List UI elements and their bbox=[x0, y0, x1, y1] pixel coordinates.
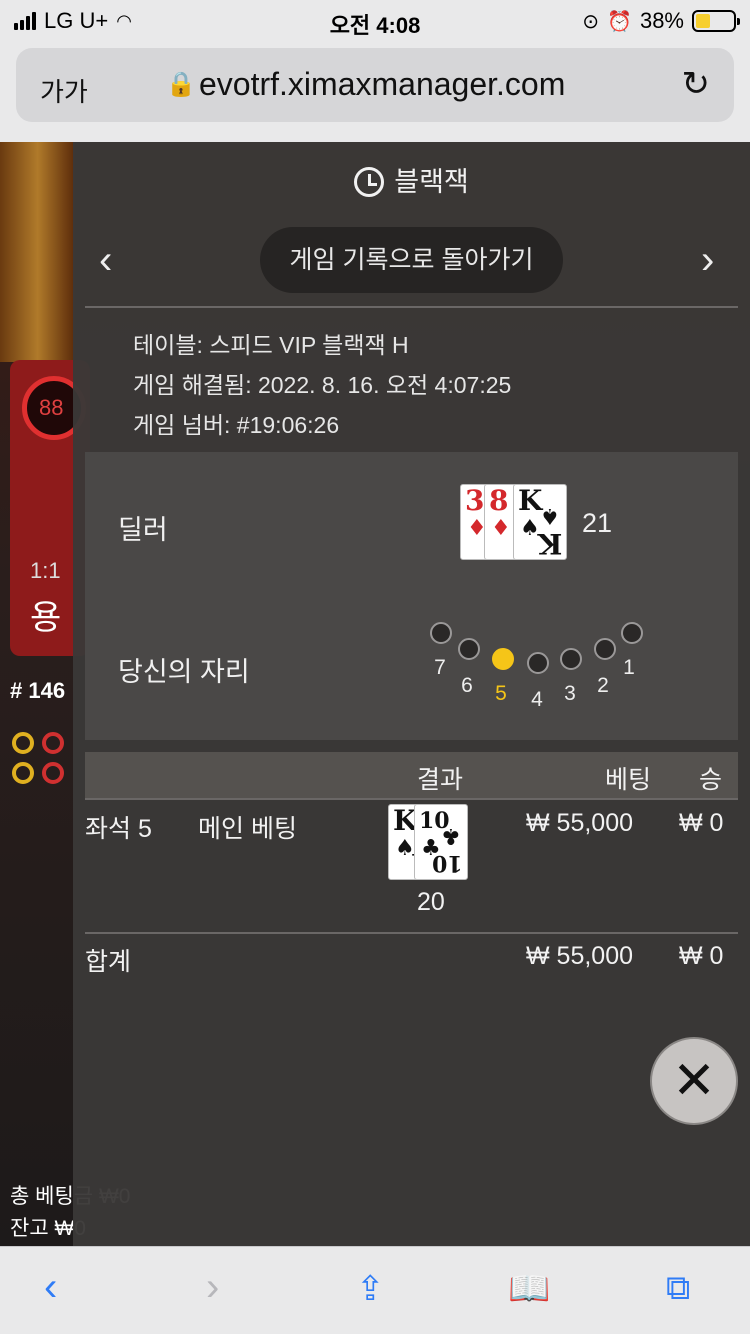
dealer-label: 딜러 bbox=[118, 515, 168, 545]
browser-toolbar: ‹ › ⇪ 📖 ⧉ bbox=[0, 1246, 750, 1334]
road-dot bbox=[42, 732, 64, 754]
bet-amount-cell: ₩ 55,000 bbox=[526, 809, 634, 837]
divider bbox=[85, 306, 738, 308]
status-bar: LG U+ ◠ 오전 4:08 ⊙ ⏰ 38% bbox=[0, 0, 750, 40]
divider bbox=[85, 798, 738, 800]
close-button[interactable]: ✕ bbox=[650, 1037, 738, 1125]
seat-marker-4 bbox=[527, 652, 549, 674]
battery-icon bbox=[692, 10, 740, 32]
forward-icon[interactable]: › bbox=[206, 1265, 219, 1310]
back-icon[interactable]: ‹ bbox=[44, 1265, 57, 1310]
seat-number-2: 2 bbox=[597, 674, 609, 697]
seat-cell: 좌석 5 bbox=[85, 815, 152, 843]
player-score: 20 bbox=[417, 888, 445, 916]
header-result: 결과 bbox=[417, 766, 464, 794]
card-suit: ♦ bbox=[491, 515, 511, 541]
card-rank: K bbox=[518, 484, 543, 517]
win-amount-cell: ₩ 0 bbox=[679, 809, 724, 837]
card-suit: ♣ bbox=[441, 823, 461, 849]
result-table-header: 결과 베팅 승 bbox=[85, 752, 738, 798]
dealer-score: 21 bbox=[582, 508, 613, 538]
tabs-icon[interactable]: ⧉ bbox=[666, 1269, 690, 1308]
road-dot bbox=[12, 762, 34, 784]
url-text[interactable]: evotrf.ximaxmanager.com bbox=[199, 66, 565, 103]
alarm-icon: ⏰ bbox=[607, 10, 632, 33]
header-bet: 베팅 bbox=[605, 766, 652, 794]
game-history-panel: 블랙잭 ‹ 게임 기록으로 돌아가기 › 테이블: 스피드 VIP 블랙잭 H … bbox=[73, 142, 750, 1246]
seat-number-3: 3 bbox=[564, 682, 576, 705]
decor-banner bbox=[0, 142, 75, 362]
share-icon[interactable]: ⇪ bbox=[356, 1269, 385, 1309]
browser-address-area: 가가 🔒 evotrf.ximaxmanager.com ↻ bbox=[0, 40, 750, 142]
card-rank: 3 bbox=[465, 484, 485, 517]
next-game-button[interactable]: › bbox=[701, 238, 714, 283]
card-rank: K bbox=[537, 527, 562, 560]
total-label: 합계 bbox=[85, 948, 132, 976]
seat-number-7: 7 bbox=[434, 656, 446, 679]
odds-label: 1:1 bbox=[30, 558, 61, 583]
card-suit: ♠ bbox=[395, 835, 415, 861]
seat-marker-2 bbox=[594, 638, 616, 660]
seat-marker-1 bbox=[621, 622, 643, 644]
panel-title-text: 블랙잭 bbox=[394, 167, 469, 197]
bet-type-cell: 메인 베팅 bbox=[198, 815, 297, 843]
total-win-cell: ₩ 0 bbox=[679, 942, 724, 970]
header-win: 승 bbox=[699, 766, 723, 794]
playing-card: 10 ♣ 10 ♣ bbox=[414, 804, 468, 880]
card-suit: ♠ bbox=[520, 515, 540, 541]
side-label: 용 bbox=[30, 599, 62, 637]
seat-number-6: 6 bbox=[461, 674, 473, 697]
panel-title: 블랙잭 bbox=[73, 160, 750, 199]
round-ref: # 146 bbox=[10, 678, 66, 703]
seat-number-1: 1 bbox=[623, 656, 635, 679]
lock-icon: 🔒 bbox=[166, 71, 196, 98]
back-to-history-button[interactable]: 게임 기록으로 돌아가기 bbox=[260, 227, 563, 293]
table-name: 테이블: 스피드 VIP 블랙잭 H bbox=[133, 332, 409, 358]
road-dot bbox=[42, 762, 64, 784]
hand-summary: 딜러 3♦3♦8♦8♦K♠K♠ 21 당신의 자리 7654321 bbox=[85, 452, 738, 740]
game-number: 게임 넘버: #19:06:26 bbox=[133, 412, 340, 438]
text-size-button[interactable]: 가가 bbox=[40, 72, 88, 109]
battery-percent: 38% bbox=[639, 8, 684, 33]
your-seat-label: 당신의 자리 bbox=[118, 657, 250, 687]
prev-game-button[interactable]: ‹ bbox=[99, 238, 112, 283]
seat-number-4: 4 bbox=[531, 688, 543, 711]
reload-icon[interactable]: ↻ bbox=[682, 64, 711, 104]
rotation-lock-icon: ⊙ bbox=[582, 10, 600, 33]
history-icon bbox=[354, 167, 385, 197]
seat-marker-5 bbox=[492, 648, 514, 670]
seat-marker-6 bbox=[458, 638, 480, 660]
card-rank: 8 bbox=[489, 484, 509, 517]
address-bar[interactable]: 가가 🔒 evotrf.ximaxmanager.com ↻ bbox=[16, 48, 734, 122]
seat-number-5: 5 bbox=[495, 682, 507, 705]
total-bet-cell: ₩ 55,000 bbox=[526, 942, 634, 970]
bookmarks-icon[interactable]: 📖 bbox=[508, 1269, 550, 1309]
divider bbox=[85, 932, 738, 934]
card-rank: 10 bbox=[432, 850, 463, 876]
playing-card: K♠K♠ bbox=[513, 484, 567, 560]
card-suit: ♠ bbox=[540, 503, 560, 529]
seat-marker-7 bbox=[430, 622, 452, 644]
road-dot bbox=[12, 732, 34, 754]
game-resolved-time: 게임 해결됨: 2022. 8. 16. 오전 4:07:25 bbox=[133, 372, 512, 398]
seat-marker-3 bbox=[560, 648, 582, 670]
